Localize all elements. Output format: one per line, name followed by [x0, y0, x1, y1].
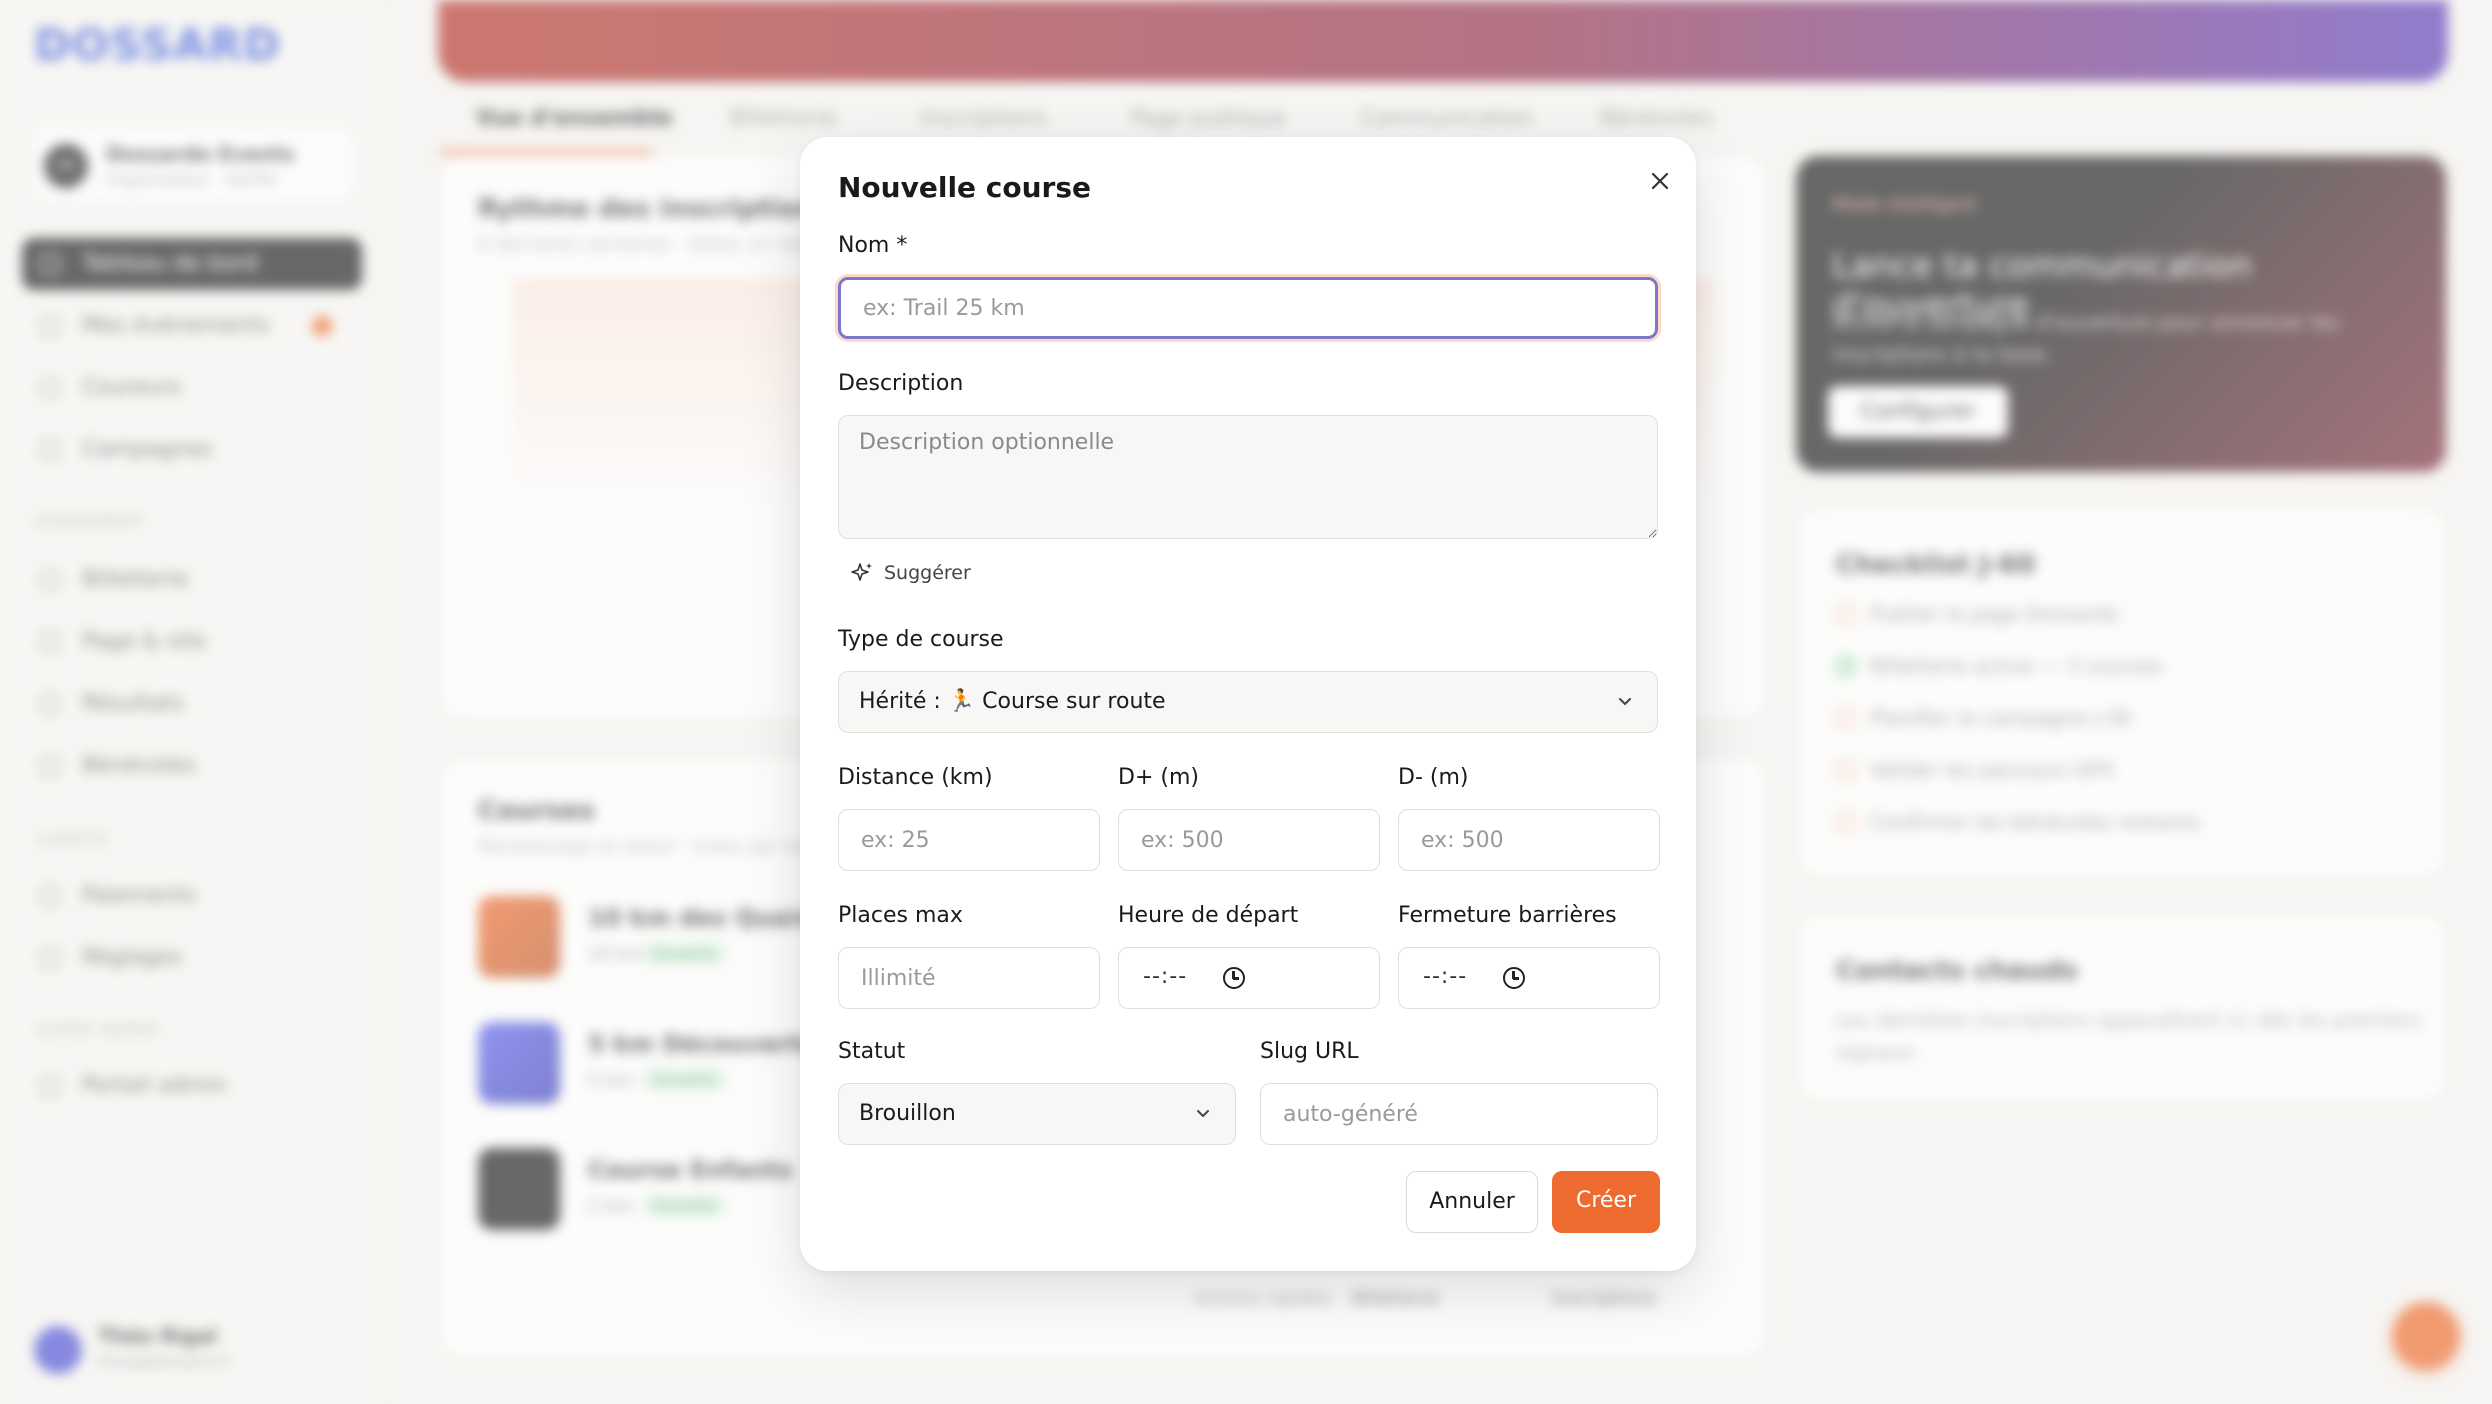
close-icon: [1651, 172, 1669, 190]
race-type-label: Type de course: [838, 627, 1004, 652]
cutoff-time-input[interactable]: --:--: [1398, 947, 1660, 1009]
max-places-label: Places max: [838, 903, 963, 928]
chevron-down-icon: [1619, 698, 1631, 705]
cutoff-time-value: --:--: [1423, 964, 1468, 989]
suggest-button[interactable]: Suggérer: [850, 555, 971, 591]
race-type-value: Hérité : 🏃 Course sur route: [859, 689, 1166, 714]
start-time-input[interactable]: --:--: [1118, 947, 1380, 1009]
slug-label: Slug URL: [1260, 1039, 1359, 1064]
start-time-label: Heure de départ: [1118, 903, 1299, 928]
race-type-select[interactable]: Hérité : 🏃 Course sur route: [838, 671, 1658, 733]
description-textarea[interactable]: [838, 415, 1658, 539]
sparkles-icon: [851, 563, 872, 581]
name-input[interactable]: [838, 277, 1658, 339]
distance-label: Distance (km): [838, 765, 993, 790]
clock-icon[interactable]: [1223, 967, 1245, 989]
start-time-value: --:--: [1143, 964, 1188, 989]
status-select[interactable]: Brouillon: [838, 1083, 1236, 1145]
chevron-down-icon: [1197, 1110, 1209, 1117]
create-button[interactable]: Créer: [1552, 1171, 1660, 1233]
cancel-button[interactable]: Annuler: [1406, 1171, 1538, 1233]
close-button[interactable]: [1640, 161, 1680, 201]
dialog-title: Nouvelle course: [838, 171, 1092, 204]
slug-input[interactable]: [1260, 1083, 1658, 1145]
cutoff-time-label: Fermeture barrières: [1398, 903, 1617, 928]
elevation-gain-label: D+ (m): [1118, 765, 1199, 790]
elevation-loss-input[interactable]: [1398, 809, 1660, 871]
name-label: Nom *: [838, 233, 908, 258]
new-race-dialog: Nouvelle course Nom * Description Suggér…: [800, 137, 1696, 1271]
elevation-gain-input[interactable]: [1118, 809, 1380, 871]
suggest-label: Suggérer: [884, 562, 971, 584]
status-value: Brouillon: [859, 1101, 956, 1126]
elevation-loss-label: D- (m): [1398, 765, 1469, 790]
max-places-input[interactable]: [838, 947, 1100, 1009]
distance-input[interactable]: [838, 809, 1100, 871]
clock-icon[interactable]: [1503, 967, 1525, 989]
status-label: Statut: [838, 1039, 906, 1064]
description-label: Description: [838, 371, 964, 396]
